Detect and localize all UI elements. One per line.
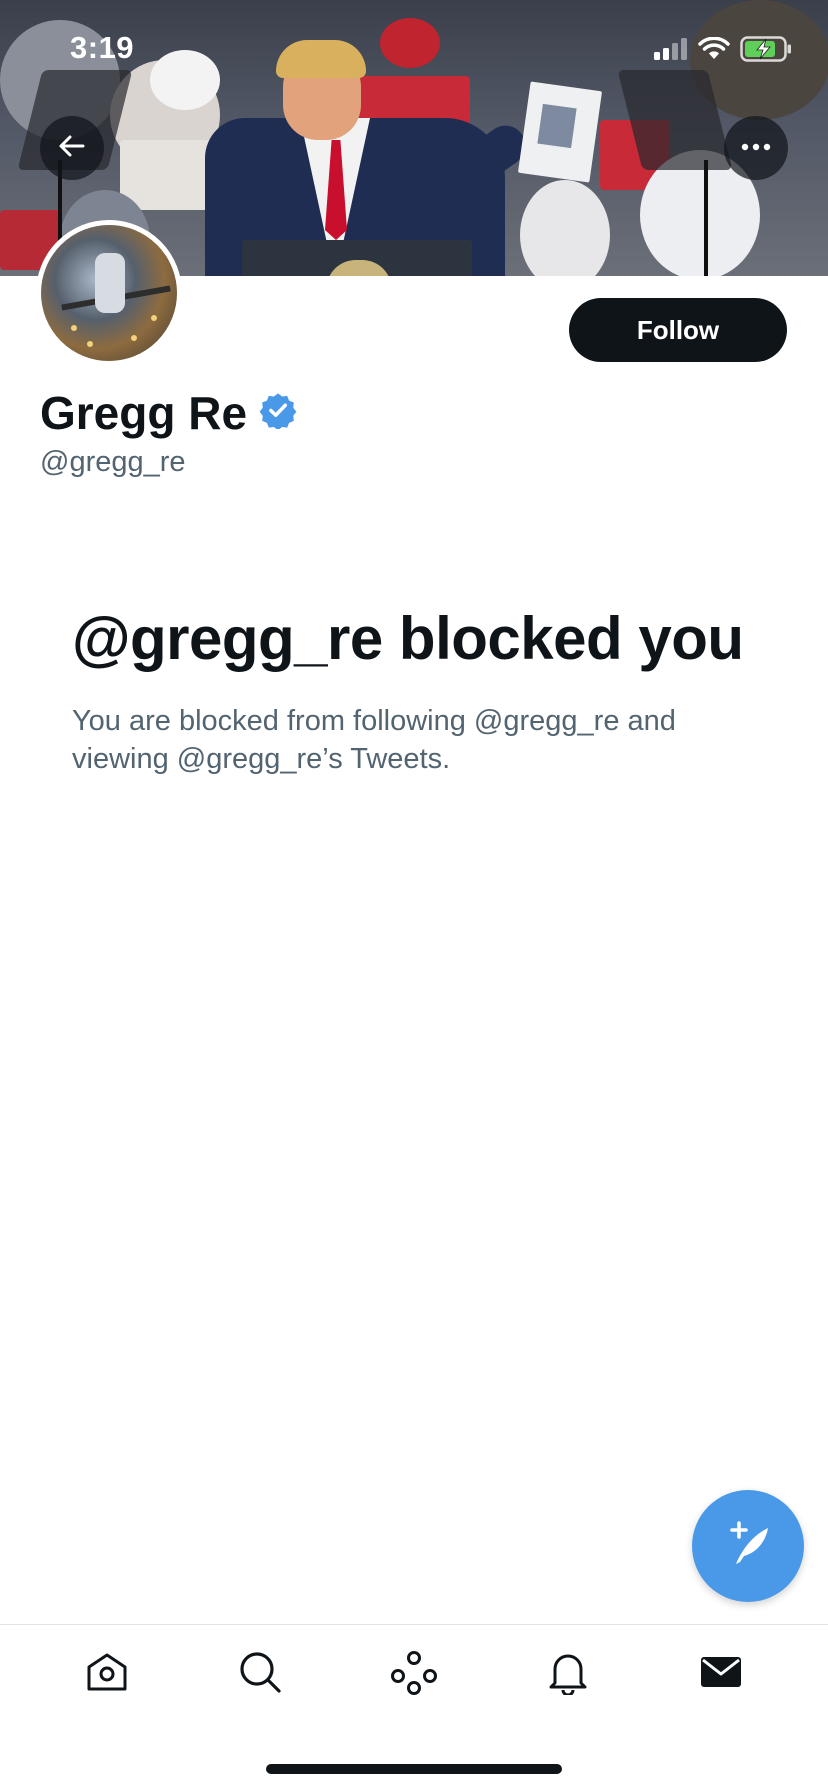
blocked-message: You are blocked from following @gregg_re… [72, 705, 676, 775]
home-icon [84, 1649, 130, 1700]
nav-notifications[interactable] [528, 1635, 608, 1715]
arrow-left-icon [57, 131, 87, 166]
more-options-button[interactable] [724, 116, 788, 180]
status-icons [654, 36, 792, 67]
display-name-text: Gregg Re [40, 387, 248, 439]
back-button[interactable] [40, 116, 104, 180]
nav-search[interactable] [220, 1635, 300, 1715]
profile-handle: @gregg_re [40, 446, 186, 478]
compose-tweet-button[interactable] [692, 1490, 804, 1602]
bottom-nav [0, 1624, 828, 1724]
home-indicator[interactable] [266, 1764, 562, 1774]
nav-spaces[interactable] [374, 1635, 454, 1715]
avatar[interactable] [36, 220, 182, 366]
battery-charging-icon [740, 36, 792, 67]
follow-button[interactable]: Follow [569, 298, 787, 362]
wifi-icon [698, 36, 730, 66]
nav-home[interactable] [67, 1635, 147, 1715]
signal-icon [654, 38, 688, 65]
verified-badge-icon[interactable] [259, 386, 297, 440]
display-name: Gregg Re [40, 386, 297, 440]
mail-icon [698, 1649, 744, 1700]
spaces-icon [390, 1649, 438, 1700]
status-time: 3:19 [70, 30, 135, 65]
search-icon [237, 1649, 283, 1700]
nav-messages[interactable] [681, 1635, 761, 1715]
compose-tweet-icon [718, 1514, 778, 1579]
more-horizontal-icon [740, 139, 772, 157]
blocked-title: @gregg_re blocked you [72, 605, 744, 672]
bell-icon [545, 1649, 591, 1700]
